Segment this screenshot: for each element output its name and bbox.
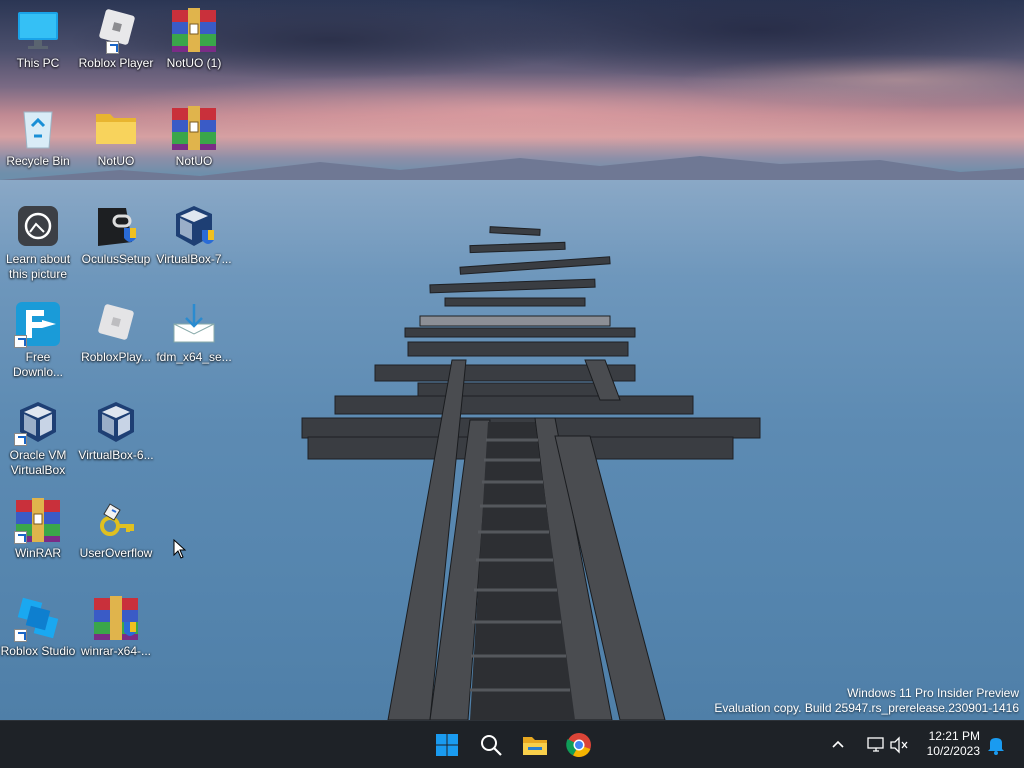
monitor-icon [14, 6, 62, 54]
desktop-icon-recycle-bin[interactable]: Recycle Bin [0, 104, 76, 169]
desktop-icon-label: NotUO (1) [166, 56, 222, 70]
desktop-icon-label: Roblox Studio [0, 644, 76, 658]
roblox-icon [92, 6, 140, 54]
desktop-icon-label: RobloxPlay... [81, 350, 151, 364]
shortcut-arrow-icon [14, 433, 27, 446]
file-explorer-icon [523, 737, 547, 755]
desktop-icon-label: Free Downlo... [12, 350, 64, 379]
show-hidden-icons-button[interactable] [826, 727, 850, 763]
desktop[interactable]: This PC Roblox Player NotUO (1) Recycle … [0, 0, 1024, 720]
windows-evaluation-watermark: Windows 11 Pro Insider Preview Evaluatio… [714, 686, 1019, 716]
desktop-icon-oracle-vm-virtualbox[interactable]: Oracle VM VirtualBox [0, 398, 76, 478]
desktop-icon-roblox-player-installer[interactable]: RobloxPlay... [78, 300, 154, 365]
download-installer-icon [170, 300, 218, 348]
shortcut-arrow-icon [14, 629, 27, 642]
virtualbox-installer-icon [170, 202, 218, 250]
taskbar-chrome-button[interactable] [561, 727, 597, 763]
desktop-icon-label: winrar-x64-... [80, 644, 151, 658]
desktop-icon-roblox-player[interactable]: Roblox Player [78, 6, 154, 71]
quick-settings-button[interactable] [864, 727, 912, 763]
desktop-icon-label: WinRAR [14, 546, 61, 560]
notification-bell-icon [988, 738, 1004, 755]
volume-muted-icon [890, 736, 908, 754]
camera-info-icon [14, 202, 62, 250]
taskbar-file-explorer-button[interactable] [517, 727, 553, 763]
winrar-installer-icon [92, 594, 140, 642]
start-icon [436, 734, 458, 756]
desktop-icon-label: NotUO [175, 154, 213, 168]
watermark-edition: Windows 11 Pro Insider Preview [847, 686, 1019, 700]
folder-icon [92, 104, 140, 152]
notifications-button[interactable] [984, 727, 1008, 763]
desktop-icon-label: Roblox Player [78, 56, 154, 70]
chrome-icon [566, 733, 591, 758]
chevron-up-icon [832, 740, 844, 748]
desktop-icon-label: VirtualBox-6... [78, 448, 154, 462]
desktop-icon-label: Learn about this picture [5, 252, 71, 281]
desktop-icon-learn-about-picture[interactable]: Learn about this picture [0, 202, 76, 282]
desktop-icon-label: Oracle VM VirtualBox [9, 448, 67, 477]
roblox-icon [92, 300, 140, 348]
virtualbox-icon [92, 398, 140, 446]
watermark-build: Evaluation copy. Build 25947.rs_prerelea… [714, 701, 1019, 715]
desktop-icon-fdm-setup[interactable]: fdm_x64_se... [156, 300, 232, 365]
winrar-archive-icon [170, 104, 218, 152]
search-icon [481, 735, 502, 756]
desktop-icon-useroverflow[interactable]: UserOverflow [78, 496, 154, 561]
desktop-icon-free-download-manager[interactable]: Free Downlo... [0, 300, 76, 380]
desktop-icon-label: This PC [16, 56, 60, 70]
taskbar: 12:21 PM 10/2/2023 [0, 720, 1024, 768]
desktop-icon-roblox-studio[interactable]: Roblox Studio [0, 594, 76, 659]
key-icon [92, 496, 140, 544]
desktop-icon-label: Recycle Bin [6, 154, 70, 168]
clock-date: 10/2/2023 [926, 744, 980, 758]
start-button[interactable] [429, 727, 465, 763]
desktop-icon-this-pc[interactable]: This PC [0, 6, 76, 71]
desktop-icon-label: fdm_x64_se... [156, 350, 232, 364]
desktop-icon-label: VirtualBox-7... [156, 252, 232, 266]
taskbar-clock[interactable]: 12:21 PM 10/2/2023 [927, 729, 980, 759]
desktop-icon-label: UserOverflow [79, 546, 153, 560]
desktop-icon-notuo-1[interactable]: NotUO (1) [156, 6, 232, 71]
virtualbox-icon [14, 398, 62, 446]
network-icon [867, 737, 884, 752]
recycle-bin-icon [14, 104, 62, 152]
mouse-cursor-icon [173, 539, 187, 559]
clock-time: 12:21 PM [928, 729, 980, 743]
desktop-icon-notuo-folder[interactable]: NotUO [78, 104, 154, 169]
shortcut-arrow-icon [106, 41, 119, 54]
desktop-icon-winrar[interactable]: WinRAR [0, 496, 76, 561]
free-download-manager-icon [14, 300, 62, 348]
winrar-archive-icon [170, 6, 218, 54]
shortcut-arrow-icon [14, 531, 27, 544]
desktop-icon-virtualbox-7[interactable]: VirtualBox-7... [156, 202, 232, 267]
desktop-icon-oculus-setup[interactable]: OculusSetup [78, 202, 154, 267]
desktop-icon-label: NotUO [97, 154, 135, 168]
oculus-setup-icon [92, 202, 140, 250]
desktop-icon-notuo-archive[interactable]: NotUO [156, 104, 232, 169]
roblox-studio-icon [14, 594, 62, 642]
desktop-icon-label: OculusSetup [81, 252, 151, 266]
desktop-icon-winrar-installer[interactable]: winrar-x64-... [78, 594, 154, 659]
winrar-icon [14, 496, 62, 544]
taskbar-search-button[interactable] [473, 727, 509, 763]
desktop-icon-virtualbox-6[interactable]: VirtualBox-6... [78, 398, 154, 463]
shortcut-arrow-icon [14, 335, 27, 348]
